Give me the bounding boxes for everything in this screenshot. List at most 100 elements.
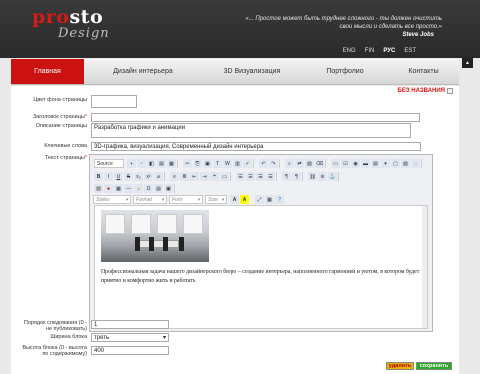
remove-format-icon[interactable]: ⌫ (315, 159, 324, 168)
maximize-icon[interactable]: ⤢ (255, 195, 264, 204)
save-icon[interactable]: ▪ (127, 159, 136, 168)
editor-content-area[interactable]: Профессиональная задача нашего дизайнерс… (94, 205, 428, 329)
paste-text-icon[interactable]: T (213, 159, 222, 168)
new-page-icon[interactable]: ▫ (137, 159, 146, 168)
strike-icon[interactable]: S (124, 172, 133, 181)
numbered-list-icon[interactable]: ≡ (170, 172, 179, 181)
print-2-icon[interactable]: ▥ (233, 159, 242, 168)
hidden-field-icon[interactable]: ◌ (411, 159, 420, 168)
page-break-icon[interactable]: ▤ (154, 184, 163, 193)
toolbar-row-3: ▨ ● ▦ — ☺ Ω ▤ ▣ (93, 183, 179, 194)
align-right-icon[interactable]: ☰ (256, 172, 265, 181)
bg-color-field[interactable] (91, 95, 137, 108)
block-height-input[interactable]: 400 (91, 346, 169, 355)
bg-color-label: Цвет фона страницы (33, 97, 87, 103)
undo-icon[interactable]: ↶ (259, 159, 268, 168)
select-all-icon[interactable]: ▧ (305, 159, 314, 168)
nav-portfolio[interactable]: Портфолио (302, 59, 388, 84)
bulleted-list-icon[interactable]: ≣ (180, 172, 189, 181)
show-blocks-icon[interactable]: ▦ (265, 195, 274, 204)
logo-subtitle: Design (58, 26, 110, 41)
select-icon[interactable]: ▾ (381, 159, 390, 168)
align-center-icon[interactable]: ☰ (246, 172, 255, 181)
flash-icon[interactable]: ● (104, 184, 113, 193)
editor-scrollbar[interactable] (422, 206, 427, 328)
collapse-toggle-icon[interactable]: ▲ (462, 58, 473, 68)
quote-author: Steve Jobs (402, 32, 434, 38)
lang-rus[interactable]: РУС (383, 48, 395, 54)
title-input[interactable] (91, 113, 420, 122)
lang-est[interactable]: EST (404, 48, 416, 54)
lang-eng[interactable]: ENG (343, 48, 356, 54)
templates-icon[interactable]: ▦ (167, 159, 176, 168)
delete-button[interactable]: удалить (386, 362, 414, 370)
about-icon[interactable]: ? (275, 195, 284, 204)
block-width-select[interactable]: треть ▾ (91, 333, 169, 342)
redo-icon[interactable]: ↷ (269, 159, 278, 168)
special-char-icon[interactable]: Ω (144, 184, 153, 193)
anchor-icon[interactable]: ⚓ (328, 172, 337, 181)
font-dropdown[interactable]: Font ▾ (169, 195, 203, 204)
subscript-icon[interactable]: x₂ (134, 172, 143, 181)
italic-icon[interactable]: I (104, 172, 113, 181)
logo-white-part: sto (69, 6, 104, 28)
checkbox-icon[interactable]: ☑ (341, 159, 350, 168)
lang-fin[interactable]: FIN (365, 48, 375, 54)
underline-icon[interactable]: U (114, 172, 123, 181)
iframe-icon[interactable]: ▣ (164, 184, 173, 193)
form-icon[interactable]: ▭ (331, 159, 340, 168)
order-input[interactable]: 1 (91, 320, 169, 329)
radio-icon[interactable]: ◉ (351, 159, 360, 168)
logo[interactable]: prosto (32, 6, 103, 28)
order-label: Порядок следования (0 - не публиковать) (23, 320, 87, 332)
horizontal-rule-icon[interactable]: — (124, 184, 133, 193)
rtl-icon[interactable]: ¶ (292, 172, 301, 181)
spellcheck-icon[interactable]: ✓ (243, 159, 252, 168)
save-button[interactable]: сохранить (416, 362, 452, 370)
paste-word-icon[interactable]: W (223, 159, 232, 168)
text-label: Текст страницы* (44, 155, 87, 161)
nav-contacts[interactable]: Контакты (388, 59, 459, 84)
format-dropdown[interactable]: Format ▾ (133, 195, 167, 204)
table-icon[interactable]: ▦ (114, 184, 123, 193)
language-switcher: ENG FIN РУС EST (343, 48, 416, 54)
justify-icon[interactable]: ☰ (266, 172, 275, 181)
unlink-icon[interactable]: ⊘ (318, 172, 327, 181)
superscript-icon[interactable]: x² (144, 172, 153, 181)
toolbar-row-2: B I U S x₂ x² ⌀ ≡ ≣ ⇤ ⇥ ❝ ▭ ☰ ☰ ☰ ☰ ¶ ¶ … (93, 171, 343, 182)
div-icon[interactable]: ▭ (220, 172, 229, 181)
preview-icon[interactable]: ◧ (147, 159, 156, 168)
toolbar-row-1: Source ▪ ▫ ◧ ▤ ▦ ✂ ⎘ ▣ T W ▥ ✓ ↶ ↷ ⌕ ⇄ ▧… (93, 158, 426, 169)
paste-icon[interactable]: ▣ (203, 159, 212, 168)
replace-icon[interactable]: ⇄ (295, 159, 304, 168)
align-left-icon[interactable]: ☰ (236, 172, 245, 181)
edit-name-icon[interactable] (447, 88, 453, 94)
outdent-icon[interactable]: ⇤ (190, 172, 199, 181)
find-icon[interactable]: ⌕ (285, 159, 294, 168)
blockquote-icon[interactable]: ❝ (210, 172, 219, 181)
button-icon[interactable]: ▢ (391, 159, 400, 168)
ltr-icon[interactable]: ¶ (282, 172, 291, 181)
nav-3d-visualization[interactable]: 3D Визуализация (202, 59, 302, 84)
text-color-icon[interactable]: A (230, 195, 239, 204)
copy-icon[interactable]: ⎘ (193, 159, 202, 168)
bold-icon[interactable]: B (94, 172, 103, 181)
image-button-icon[interactable]: ▨ (401, 159, 410, 168)
textfield-icon[interactable]: ▬ (361, 159, 370, 168)
smiley-icon[interactable]: ☺ (134, 184, 143, 193)
nav-home[interactable]: Главная (11, 59, 84, 84)
image-icon[interactable]: ▨ (94, 184, 103, 193)
keywords-input[interactable]: 3D-графика, визуализация, Современный ди… (91, 142, 421, 151)
print-icon[interactable]: ▤ (157, 159, 166, 168)
styles-dropdown[interactable]: Styles ▾ (93, 195, 131, 204)
bg-color-icon[interactable]: A (240, 195, 249, 204)
size-dropdown[interactable]: Size ▾ (205, 195, 227, 204)
indent-icon[interactable]: ⇥ (200, 172, 209, 181)
clear-format-icon[interactable]: ⌀ (154, 172, 163, 181)
nav-interior-design[interactable]: Дизайн интерьера (84, 59, 202, 84)
description-textarea[interactable]: Разработка графики и анимации (91, 123, 411, 138)
cut-icon[interactable]: ✂ (183, 159, 192, 168)
source-button[interactable]: Source (94, 159, 124, 168)
textarea-icon[interactable]: ▤ (371, 159, 380, 168)
link-icon[interactable]: ⛓ (308, 172, 317, 181)
